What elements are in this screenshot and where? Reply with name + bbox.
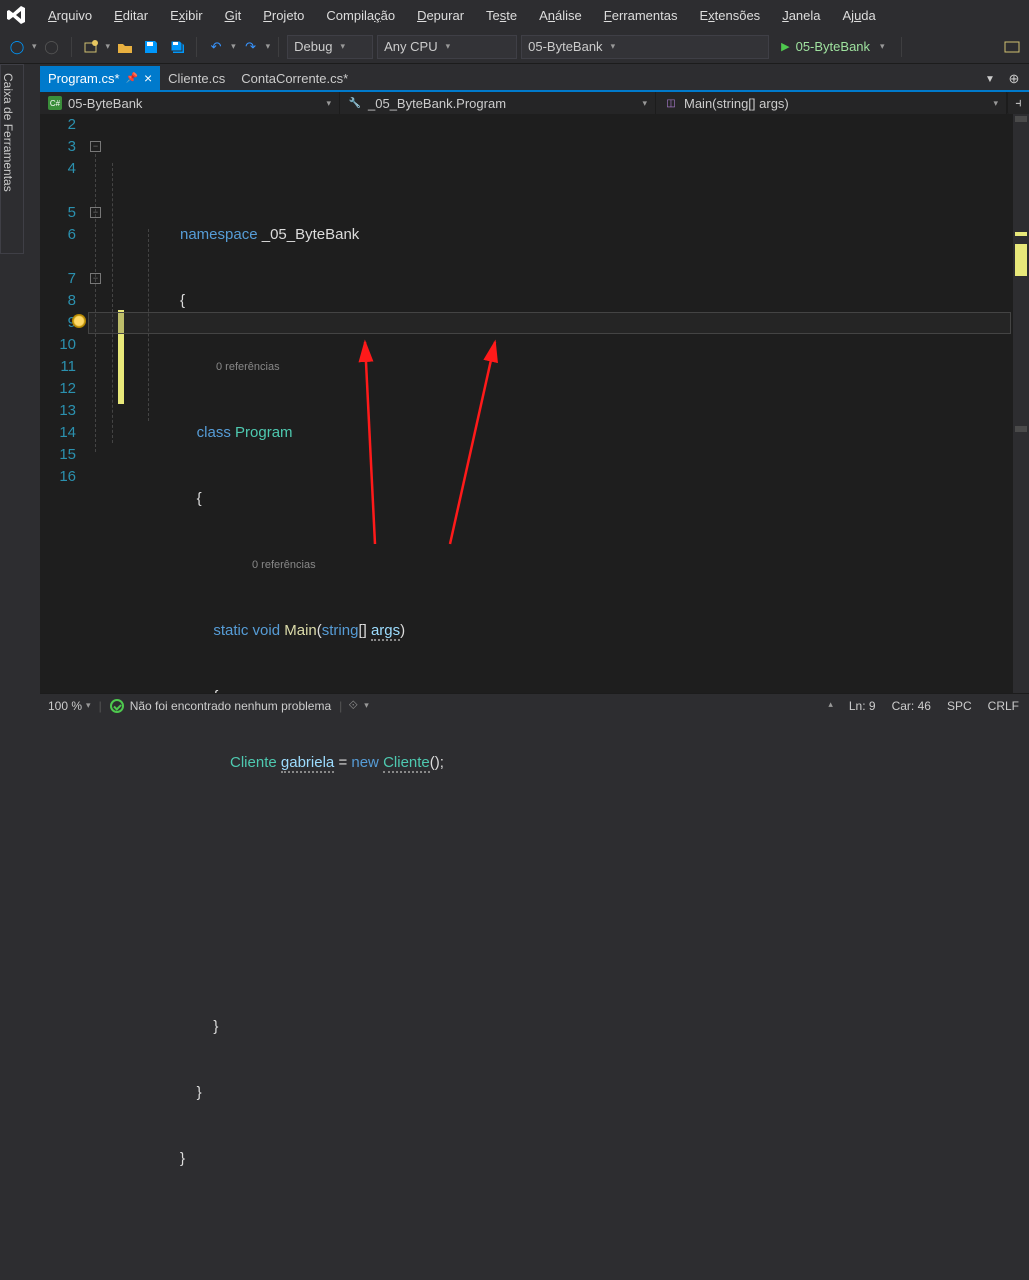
tab-label: Program.cs* (48, 71, 120, 86)
crumb-class-label: _05_ByteBank.Program (368, 96, 506, 111)
tab-cliente-cs[interactable]: Cliente.cs (160, 66, 233, 90)
config-dropdown[interactable]: Debug▾ (287, 35, 373, 59)
pin-icon[interactable]: 📌 (126, 73, 138, 84)
redo-icon[interactable]: ↷ (240, 36, 262, 58)
tabs-dropdown-icon[interactable]: ▼ (979, 68, 1001, 90)
config-value: Debug (294, 39, 332, 54)
platform-value: Any CPU (384, 39, 437, 54)
problems-text: Não foi encontrado nenhum problema (130, 699, 331, 713)
menu-ajuda[interactable]: Ajuda (833, 4, 886, 27)
codelens-refs[interactable]: 0 referências (180, 356, 1011, 378)
crumb-class[interactable]: 🔧 _05_ByteBank.Program ▾ (340, 92, 656, 114)
toolbox-panel-tab[interactable]: Caixa de Ferramentas (0, 64, 24, 254)
split-editor-icon[interactable]: ⫞ (1007, 92, 1029, 114)
open-folder-icon[interactable] (114, 36, 136, 58)
status-bar: 100 % ▾ | Não foi encontrado nenhum prob… (40, 693, 1029, 717)
nav-fwd-button[interactable]: ◯ (41, 36, 63, 58)
vs-logo-icon (4, 2, 30, 28)
menu-depurar[interactable]: Depurar (407, 4, 474, 27)
crumb-project-label: 05-ByteBank (68, 96, 142, 111)
editor-tabs: Program.cs* 📌 × Cliente.cs ContaCorrente… (40, 64, 1029, 90)
class-icon: 🔧 (348, 96, 362, 110)
crumb-member-label: Main(string[] args) (684, 96, 789, 111)
toolbar: ◯ ▾ ◯ ▾ ↶▾ ↷▾ Debug▾ Any CPU▾ 05-ByteBan… (0, 30, 1029, 64)
code-editor[interactable]: 2 3 4 5 6 7 8 9 10 11 12 13 14 15 16 − −… (40, 114, 1029, 693)
status-build-icon[interactable]: ⟐ (342, 695, 364, 717)
run-button[interactable]: ▶05-ByteBank▾ (773, 35, 892, 59)
cursor-line: Ln: 9 (849, 699, 876, 713)
zoom-value: 100 % (48, 699, 82, 713)
check-circle-icon (110, 699, 124, 713)
tab-label: ContaCorrente.cs* (241, 71, 348, 86)
crumb-member[interactable]: ◫ Main(string[] args) ▾ (656, 92, 1007, 114)
problems-indicator[interactable]: Não foi encontrado nenhum problema (102, 699, 339, 713)
nav-breadcrumb: C# 05-ByteBank ▾ 🔧 _05_ByteBank.Program … (40, 90, 1029, 114)
tab-label: Cliente.cs (168, 71, 225, 86)
startup-value: 05-ByteBank (528, 39, 602, 54)
save-icon[interactable] (140, 36, 162, 58)
menu-git[interactable]: Git (215, 4, 252, 27)
codelens-refs[interactable]: 0 referências (180, 554, 1011, 576)
undo-icon[interactable]: ↶ (205, 36, 227, 58)
lightbulb-icon[interactable] (72, 314, 86, 328)
startup-dropdown[interactable]: 05-ByteBank▾ (521, 35, 769, 59)
menu-extensoes[interactable]: Extensões (689, 4, 770, 27)
menu-janela[interactable]: Janela (772, 4, 830, 27)
menu-compilacao[interactable]: Compilação (316, 4, 405, 27)
menu-teste[interactable]: Teste (476, 4, 527, 27)
fold-column: − − − (88, 114, 180, 693)
menu-projeto[interactable]: Projeto (253, 4, 314, 27)
method-icon: ◫ (664, 96, 678, 110)
menu-ferramentas[interactable]: Ferramentas (594, 4, 688, 27)
indent-mode[interactable]: SPC (947, 699, 972, 713)
new-project-icon[interactable] (80, 36, 102, 58)
run-label: 05-ByteBank (796, 39, 870, 54)
toolbar-overflow-icon[interactable] (1001, 36, 1023, 58)
menu-arquivo[interactable]: Arquivo (38, 4, 102, 27)
cursor-col: Car: 46 (892, 699, 931, 713)
vertical-scrollbar[interactable] (1013, 114, 1029, 693)
menu-analise[interactable]: Análise (529, 4, 592, 27)
crumb-project[interactable]: C# 05-ByteBank ▾ (40, 92, 340, 114)
csharp-icon: C# (48, 96, 62, 110)
line-ending[interactable]: CRLF (988, 699, 1019, 713)
tab-contacorrente-cs[interactable]: ContaCorrente.cs* (233, 66, 356, 90)
menu-bar: Arquivo Editar Exibir Git Projeto Compil… (0, 0, 1029, 30)
tabs-add-icon[interactable]: ⊕ (1003, 68, 1025, 90)
fold-toggle-icon[interactable]: − (90, 141, 101, 152)
platform-dropdown[interactable]: Any CPU▾ (377, 35, 517, 59)
menu-editar[interactable]: Editar (104, 4, 158, 27)
close-icon[interactable]: × (144, 71, 152, 85)
tab-program-cs[interactable]: Program.cs* 📌 × (40, 66, 160, 90)
zoom-control[interactable]: 100 % ▾ (40, 699, 99, 713)
menu-exibir[interactable]: Exibir (160, 4, 213, 27)
save-all-icon[interactable] (166, 36, 188, 58)
nav-back-button[interactable]: ◯ (6, 36, 28, 58)
line-number-gutter: 2 3 4 5 6 7 8 9 10 11 12 13 14 15 16 (40, 114, 88, 693)
